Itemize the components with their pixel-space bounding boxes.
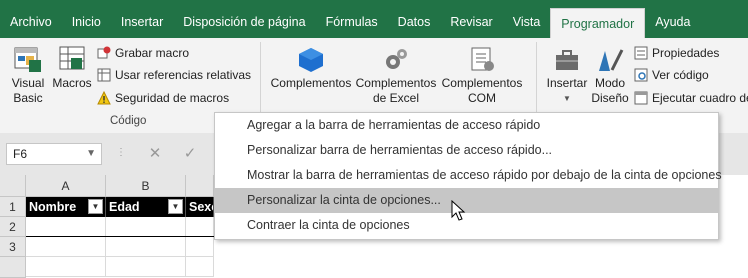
complementos-button[interactable]: Complementos xyxy=(268,46,354,91)
menu-item-add-to-qat[interactable]: Agregar a la barra de herramientas de ac… xyxy=(215,113,718,138)
tab-programador[interactable]: Programador xyxy=(550,8,646,38)
mouse-cursor-icon xyxy=(451,199,467,222)
tab-revisar[interactable]: Revisar xyxy=(440,0,502,38)
column-header-c[interactable] xyxy=(186,175,214,197)
name-box-value: F6 xyxy=(13,147,28,161)
column-header-b[interactable]: B xyxy=(106,175,186,197)
row-header-4[interactable] xyxy=(0,257,26,278)
ribbon-tab-bar: Archivo Inicio Insertar Disposición de p… xyxy=(0,0,748,38)
table-header-cell[interactable]: Edad ▼ xyxy=(106,197,186,217)
complementos-label: Complementos xyxy=(270,76,352,90)
excel-addins-button[interactable]: Complementos de Excel xyxy=(354,46,438,106)
table-header-label: Sexo xyxy=(189,200,213,214)
table-header-label: Edad xyxy=(109,200,140,214)
filter-dropdown-icon[interactable]: ▼ xyxy=(88,199,103,214)
table-header-cell[interactable]: Nombre ▼ xyxy=(26,197,106,217)
grid-cell[interactable] xyxy=(106,237,186,257)
view-code-label: Ver código xyxy=(652,68,709,82)
drag-handle-icon[interactable]: ⋮ xyxy=(116,147,126,158)
menu-item-customize-qat[interactable]: Personalizar barra de herramientas de ac… xyxy=(215,138,718,163)
toolbox-icon xyxy=(553,46,581,74)
insert-control-button[interactable]: Insertar ▼ xyxy=(544,46,590,106)
grid-cell[interactable] xyxy=(186,217,214,237)
run-dialog-button[interactable]: Ejecutar cuadro de xyxy=(634,88,748,108)
relative-references-label: Usar referencias relativas xyxy=(115,68,252,82)
chevron-down-icon[interactable]: ▼ xyxy=(86,144,96,164)
visual-basic-icon xyxy=(13,44,43,74)
filter-dropdown-icon[interactable]: ▼ xyxy=(168,199,183,214)
record-macro-button[interactable]: Grabar macro xyxy=(97,43,189,63)
tab-inicio[interactable]: Inicio xyxy=(62,0,111,38)
tab-ayuda[interactable]: Ayuda xyxy=(645,0,700,38)
grid-cell[interactable] xyxy=(26,217,106,237)
tab-datos[interactable]: Datos xyxy=(388,0,441,38)
com-addins-button[interactable]: Complementos COM xyxy=(440,46,524,106)
tab-archivo[interactable]: Archivo xyxy=(0,0,62,38)
grid-cell[interactable] xyxy=(106,257,186,277)
gear-icon xyxy=(382,46,410,74)
row-header-1[interactable]: 1 xyxy=(0,197,26,217)
dialog-icon xyxy=(634,91,648,105)
com-addins-label: Complementos COM xyxy=(441,76,523,105)
relative-references-icon xyxy=(97,68,111,82)
view-code-button[interactable]: Ver código xyxy=(634,65,709,85)
row-header-2[interactable]: 2 xyxy=(0,217,26,237)
com-addins-icon xyxy=(468,46,496,74)
select-all-corner[interactable] xyxy=(0,175,26,197)
macros-button[interactable]: Macros xyxy=(52,44,92,91)
design-mode-label: Modo Diseño xyxy=(591,76,629,105)
macro-security-button[interactable]: Seguridad de macros xyxy=(97,88,229,108)
table-header-label: Nombre xyxy=(29,200,77,214)
run-dialog-label: Ejecutar cuadro de xyxy=(652,91,748,105)
chevron-down-icon: ▼ xyxy=(563,94,571,103)
table-header-cell[interactable]: Sexo xyxy=(186,197,214,217)
grid-cell[interactable] xyxy=(186,237,214,257)
tab-insertar[interactable]: Insertar xyxy=(111,0,173,38)
menu-item-show-qat-below[interactable]: Mostrar la barra de herramientas de acce… xyxy=(215,163,722,188)
properties-button[interactable]: Propiedades xyxy=(634,43,719,63)
row-header-3[interactable]: 3 xyxy=(0,237,26,257)
column-header-a[interactable]: A xyxy=(26,175,106,197)
grid-cell[interactable] xyxy=(186,257,214,277)
tab-vista[interactable]: Vista xyxy=(503,0,551,38)
store-icon xyxy=(297,46,325,74)
grid-cell[interactable] xyxy=(26,257,106,277)
group-label-code: Código xyxy=(110,115,147,127)
macros-icon xyxy=(57,44,87,74)
design-mode-icon xyxy=(596,46,624,74)
view-code-icon xyxy=(634,68,648,82)
relative-references-button[interactable]: Usar referencias relativas xyxy=(97,65,251,85)
warning-icon xyxy=(97,90,111,105)
visual-basic-label: Visual Basic xyxy=(11,76,45,105)
enter-icon[interactable]: ✓ xyxy=(178,143,202,165)
grid-cell[interactable] xyxy=(26,237,106,257)
excel-addins-label: Complementos de Excel xyxy=(355,76,437,105)
visual-basic-button[interactable]: Visual Basic xyxy=(6,44,50,106)
properties-icon xyxy=(634,46,648,60)
record-icon xyxy=(97,46,111,60)
properties-label: Propiedades xyxy=(652,46,720,60)
cancel-icon[interactable]: ✕ xyxy=(143,143,167,165)
grid-cell[interactable] xyxy=(106,217,186,237)
tab-formulas[interactable]: Fórmulas xyxy=(316,0,388,38)
record-macro-label: Grabar macro xyxy=(115,46,190,60)
macros-label: Macros xyxy=(52,76,92,90)
tab-disposicion[interactable]: Disposición de página xyxy=(173,0,315,38)
name-box[interactable]: F6 ▼ xyxy=(6,143,102,165)
macro-security-label: Seguridad de macros xyxy=(115,91,230,105)
insert-control-label: Insertar xyxy=(546,76,588,90)
design-mode-button[interactable]: Modo Diseño xyxy=(590,46,630,106)
